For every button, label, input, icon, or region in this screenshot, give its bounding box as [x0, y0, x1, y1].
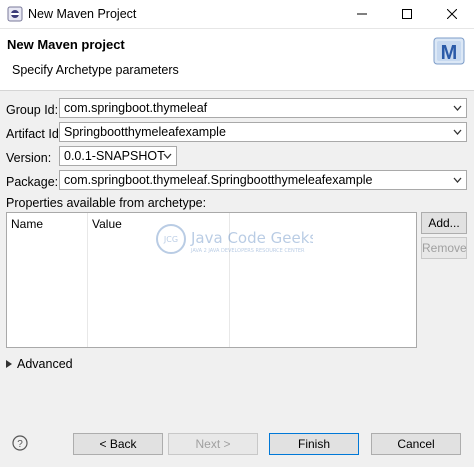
finish-button[interactable]: Finish	[269, 433, 359, 455]
remove-property-button[interactable]: Remove	[421, 237, 467, 259]
maximize-icon	[402, 9, 412, 19]
group-id-combo[interactable]: com.springboot.thymeleaf	[59, 98, 467, 118]
package-label: Package:	[6, 175, 59, 189]
wizard-title: New Maven project	[7, 37, 125, 52]
close-button[interactable]	[430, 0, 474, 28]
svg-text:?: ?	[17, 439, 23, 450]
chevron-down-icon	[453, 129, 462, 135]
svg-text:M: M	[441, 42, 458, 64]
help-icon[interactable]: ?	[12, 435, 28, 451]
artifact-id-combo[interactable]: Springbootthymeleafexample	[59, 122, 467, 142]
java-code-geeks-watermark: JCG Java Code Geeks JAVA 2 JAVA DEVELOPE…	[156, 224, 313, 254]
maven-logo-icon: M	[433, 37, 465, 65]
minimize-button[interactable]	[340, 0, 384, 28]
column-divider	[87, 213, 88, 347]
wizard-header: New Maven project Specify Archetype para…	[0, 29, 474, 91]
svg-text:JCG: JCG	[163, 235, 178, 244]
next-button[interactable]: Next >	[168, 433, 258, 455]
wizard-description: Specify Archetype parameters	[12, 63, 179, 77]
add-property-button[interactable]: Add...	[421, 212, 467, 234]
version-label: Version:	[6, 151, 52, 165]
artifact-id-label: Artifact Id:	[6, 127, 63, 141]
version-combo[interactable]: 0.0.1-SNAPSHOT	[59, 146, 177, 166]
advanced-toggle[interactable]: Advanced	[6, 357, 73, 371]
cancel-button[interactable]: Cancel	[371, 433, 461, 455]
window-title: New Maven Project	[28, 7, 137, 21]
column-header-value[interactable]: Value	[92, 217, 122, 231]
group-id-label: Group Id:	[6, 103, 59, 117]
back-button[interactable]: < Back	[73, 433, 163, 455]
group-id-value: com.springboot.thymeleaf	[64, 101, 208, 115]
package-value: com.springboot.thymeleaf.Springbootthyme…	[64, 173, 373, 187]
artifact-id-value: Springbootthymeleafexample	[64, 125, 226, 139]
chevron-down-icon	[453, 177, 462, 183]
properties-label: Properties available from archetype:	[6, 196, 207, 210]
title-bar: New Maven Project	[0, 0, 474, 29]
version-value: 0.0.1-SNAPSHOT	[64, 149, 165, 163]
svg-text:Java Code Geeks: Java Code Geeks	[190, 229, 313, 247]
advanced-label: Advanced	[17, 357, 73, 371]
eclipse-app-icon	[7, 6, 23, 22]
chevron-down-icon	[163, 153, 172, 159]
package-field[interactable]: com.springboot.thymeleaf.Springbootthyme…	[59, 170, 467, 190]
svg-text:JAVA 2 JAVA DEVELOPERS RESOURC: JAVA 2 JAVA DEVELOPERS RESOURCE CENTER	[190, 248, 305, 254]
maximize-button[interactable]	[385, 0, 429, 28]
properties-table[interactable]: Name Value JCG Java Code Geeks JAVA 2 JA…	[6, 212, 417, 348]
close-icon	[447, 9, 457, 19]
chevron-right-icon	[6, 360, 12, 368]
chevron-down-icon	[453, 105, 462, 111]
column-header-name[interactable]: Name	[11, 217, 43, 231]
minimize-icon	[357, 13, 367, 15]
